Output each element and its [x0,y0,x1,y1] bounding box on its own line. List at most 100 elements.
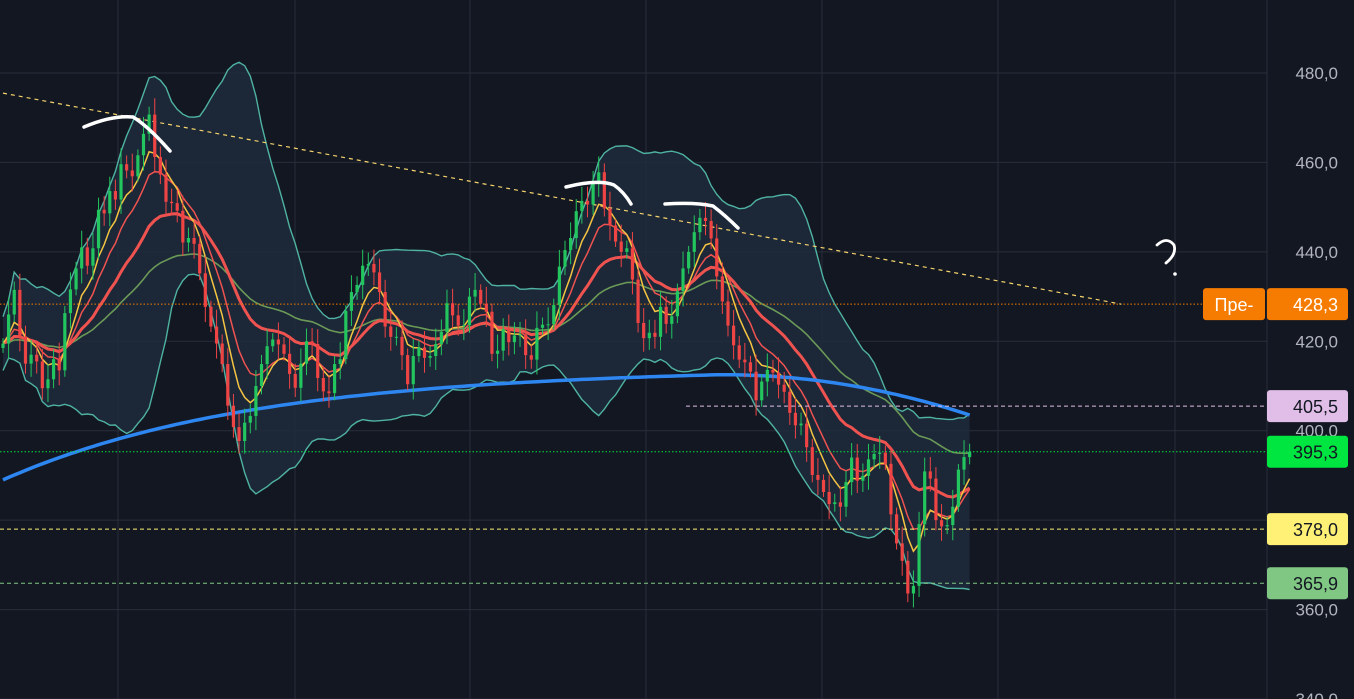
candle-body [962,457,966,470]
candle-body [1,343,5,348]
candle-body [602,172,606,209]
candle-body [619,241,623,252]
candle-body [850,457,854,483]
candle-body [911,585,916,594]
candle-body [968,451,972,458]
candle-body [917,524,921,586]
candle-body [276,339,280,345]
price-chart[interactable]: 480,0460,0440,0420,0400,0380,0360,0340,0… [0,0,1354,699]
candle-body [428,356,432,358]
candle-body [389,326,393,337]
price-badge-value: 428,3 [1293,295,1338,315]
candle-body [203,273,207,307]
candle-body [833,502,837,505]
candle-body [782,384,786,392]
candle-body [608,208,612,226]
candle-body [293,373,297,388]
candle-body [259,364,264,386]
candle-body [574,211,578,238]
candle-body [799,423,803,426]
candle-body [68,289,73,314]
candle-body [451,303,455,316]
candle-body [737,345,741,360]
candle-body [883,452,887,464]
candle-body [377,272,382,293]
candle-body [63,313,67,371]
candle-body [479,289,483,304]
candle-body [878,452,882,454]
candle-body [844,482,848,507]
candle-body [40,361,44,389]
candle-body [12,289,16,315]
candle-body [327,391,331,394]
candle-body [102,209,106,214]
candle-body [653,332,657,337]
candle-body [529,355,533,360]
candle-body [928,471,932,479]
y-tick-label: 340,0 [1295,690,1338,699]
candle-body [664,306,668,324]
candle-body [237,427,241,441]
candle-body [490,311,494,354]
price-line-label: Пре- [1215,295,1254,315]
candle-body [894,514,899,544]
candle-body [748,362,753,372]
candle-body [417,347,421,357]
candle-body [906,560,910,594]
candle-body [355,284,359,293]
candle-body [35,354,39,362]
candle-body [439,331,443,344]
candle-body [46,379,50,389]
candle-body [872,453,876,460]
candle-body [243,422,247,441]
candle-body [23,336,28,364]
candle-body [304,341,309,364]
candle-body [675,291,679,317]
candle-body [192,237,196,244]
candle-body [85,247,89,266]
y-tick-label: 360,0 [1295,601,1338,620]
candle-body [793,412,798,426]
candle-body [692,232,696,252]
price-badge-value: 378,0 [1293,520,1338,540]
candle-body [96,209,101,249]
candle-body [720,276,724,302]
candle-body [74,268,78,290]
candle-body [743,359,747,363]
candle-body [119,164,123,200]
candle-body [254,386,258,416]
candle-body [816,474,820,480]
candle-body [332,364,337,394]
candle-body [383,292,387,327]
candle-body [422,347,427,358]
candle-body [445,303,449,332]
candle-body [827,491,831,505]
candle-body [563,250,567,267]
candle-body [524,334,528,356]
candle-body [411,356,415,385]
candle-body [934,478,938,521]
candle-body [394,336,398,338]
candle-body [462,325,466,327]
candle-body [771,369,775,373]
candle-body [776,372,781,385]
candle-body [80,247,84,269]
candle-body [271,339,275,347]
candle-body [715,238,719,277]
candle-body [175,203,179,211]
candle-body [29,354,33,364]
candle-body [900,543,904,561]
candle-body [501,329,505,351]
candle-body [613,225,618,242]
candle-body [760,381,764,401]
candle-body [349,292,354,311]
candle-body [956,469,960,507]
candle-body [585,200,590,205]
candle-body [136,155,140,177]
candle-body [866,459,871,476]
candle-body [198,243,202,274]
candle-body [467,296,472,326]
candle-body [687,251,691,269]
candle-body [861,475,865,481]
candle-body [647,332,651,339]
